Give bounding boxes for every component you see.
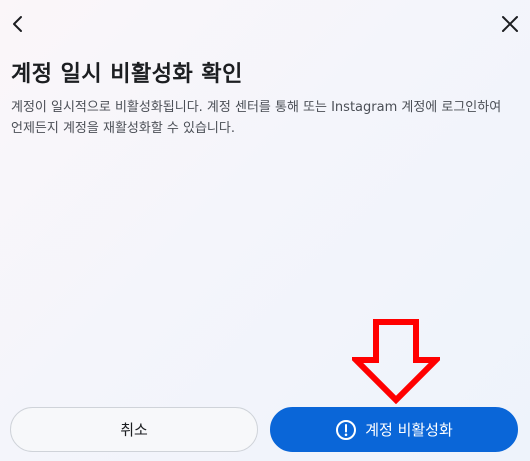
- dialog-description: 계정이 일시적으로 비활성화됩니다. 계정 센터를 통해 또는 Instagra…: [11, 100, 502, 136]
- dialog-title: 계정 일시 비활성화 확인: [11, 62, 243, 87]
- down-arrow-annotation: [352, 319, 440, 404]
- close-icon: [502, 16, 518, 32]
- cancel-button-label: 취소: [120, 421, 148, 439]
- chevron-left-icon: [13, 16, 22, 32]
- close-button[interactable]: [496, 10, 524, 38]
- deactivate-account-button[interactable]: 계정 비활성화: [270, 407, 518, 452]
- deactivate-account-button-label: 계정 비활성화: [365, 421, 453, 439]
- cancel-button[interactable]: 취소: [10, 407, 258, 452]
- back-button[interactable]: [4, 10, 32, 38]
- alert-circle-icon: [335, 419, 357, 441]
